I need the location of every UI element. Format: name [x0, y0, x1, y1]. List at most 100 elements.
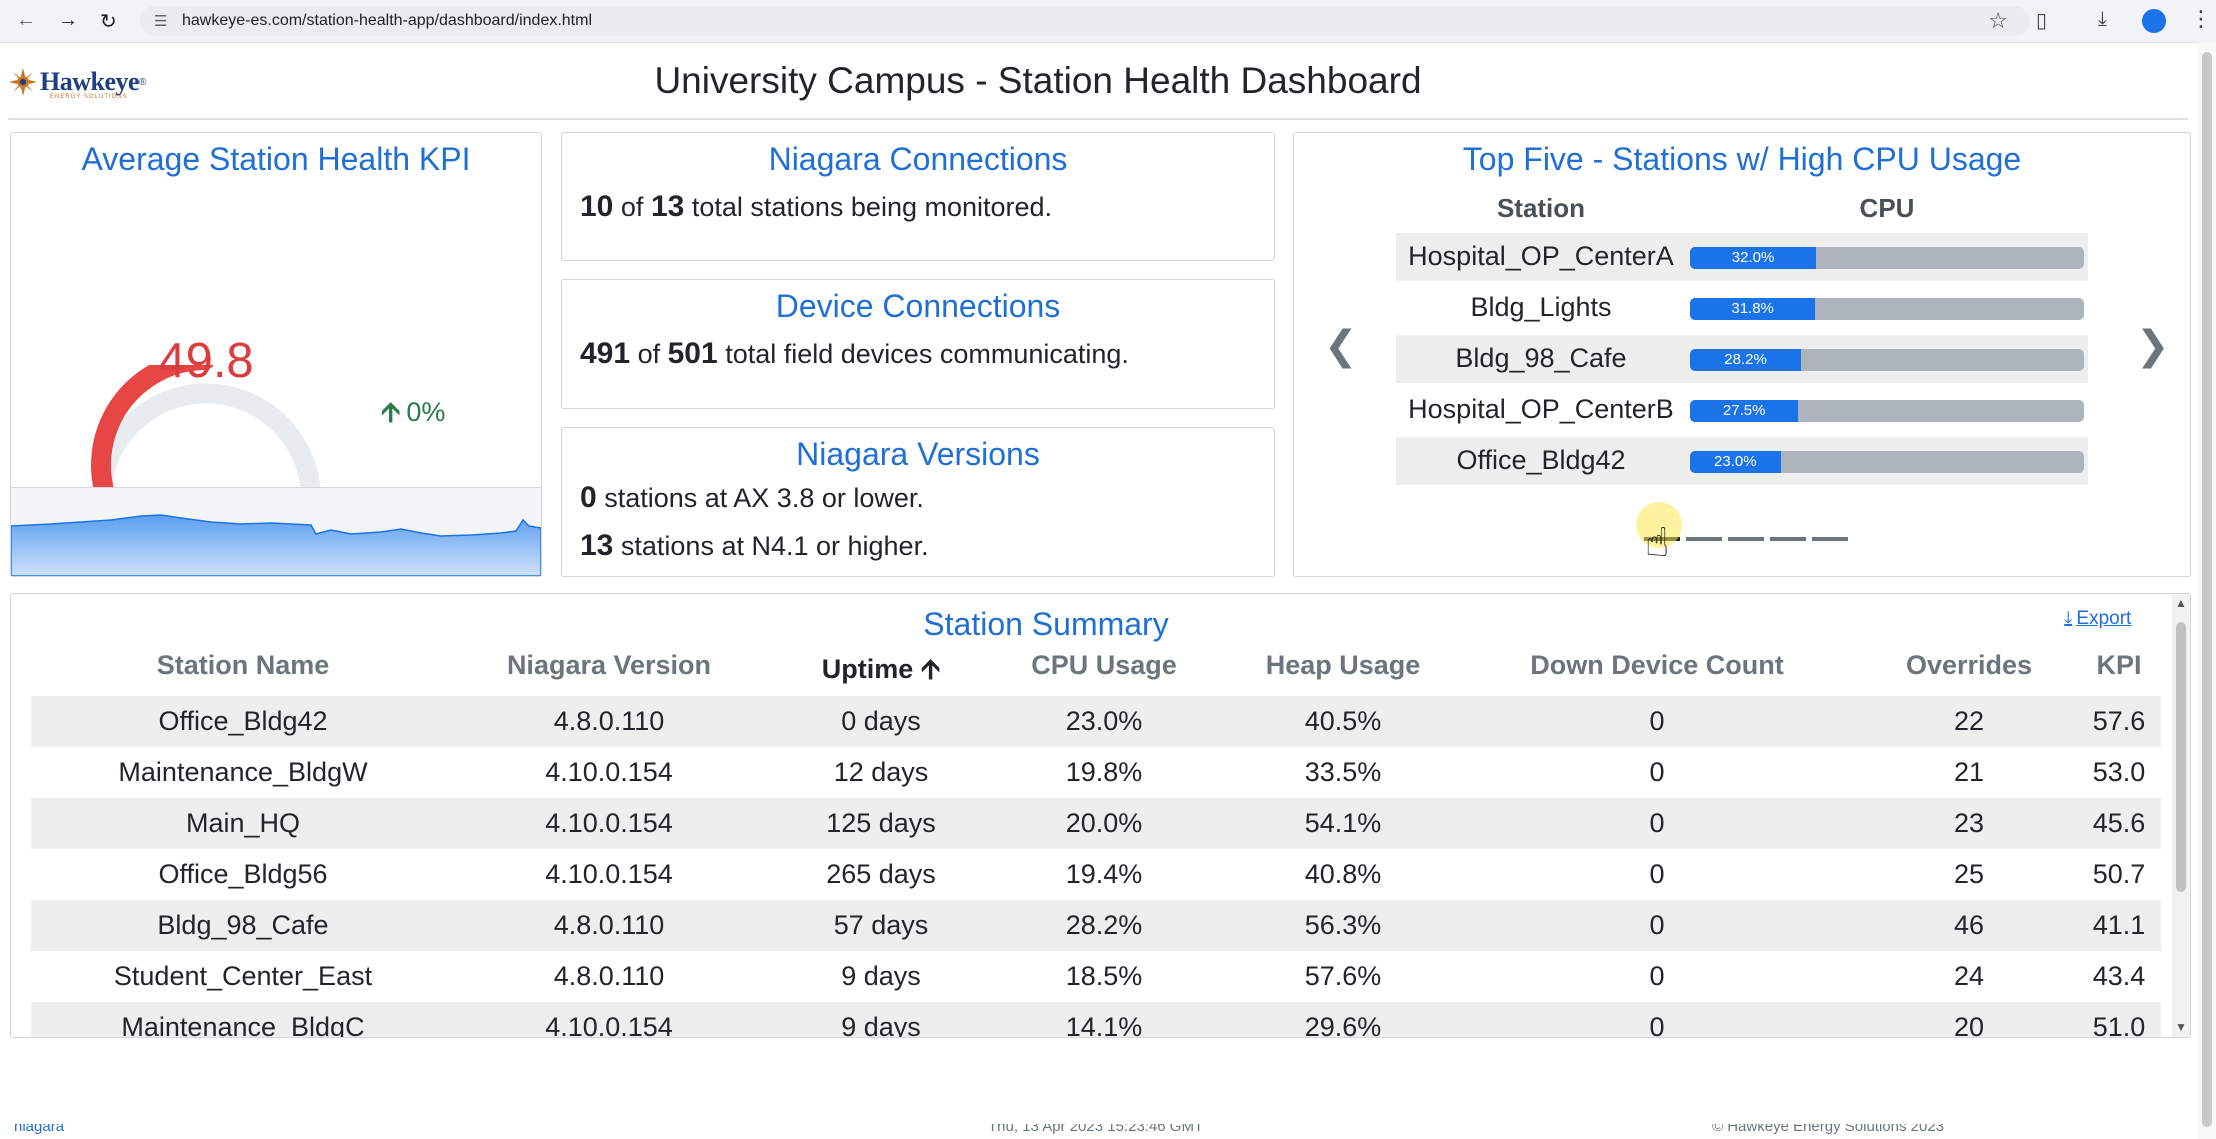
back-arrow-icon[interactable]: ←: [16, 9, 36, 32]
address-url[interactable]: hawkeye-es.com/station-health-app/dashbo…: [182, 12, 592, 30]
table-cell: 41.1: [2092, 910, 2146, 940]
device-connections-card: Device Connections 491 of 501 total fiel…: [561, 279, 1275, 409]
column-header[interactable]: Niagara Version: [459, 650, 759, 681]
cpu-station-name: Hospital_OP_CenterB: [1408, 394, 1674, 424]
column-header-label: Niagara Version: [506, 650, 712, 680]
device-connections-text: 491 of 501 total field devices communica…: [580, 337, 1274, 371]
column-header-label: Uptime: [821, 654, 914, 684]
cpu-bar-label: 28.2%: [1724, 351, 1767, 368]
table-cell: 40.8%: [1304, 859, 1382, 889]
table-row[interactable]: Bldg_98_Cafe 4.8.0.110 57 days 28.2% 56.3% 0 4…: [31, 900, 2161, 951]
page-scroll-thumb[interactable]: [2202, 52, 2212, 1127]
page-scrollbar[interactable]: [2198, 42, 2216, 1139]
table-row[interactable]: Office_Bldg56 4.10.0.154 265 days 19.4% 40.8…: [31, 849, 2161, 900]
table-cell: 125 days: [826, 808, 936, 838]
table-cell: Main_HQ: [185, 808, 301, 838]
column-header[interactable]: CPU Usage: [994, 650, 1214, 681]
export-label: Export: [2076, 608, 2132, 629]
table-cell: 0: [1649, 961, 1665, 991]
table-cell: 4.10.0.154: [545, 808, 673, 838]
cpu-row: Hospital_OP_CenterA 32.0%: [1396, 233, 2088, 281]
page-footer: niagara Thu, 13 Apr 2023 15:23:46 GMT © …: [0, 1124, 2216, 1139]
kpi-value: 49.8: [158, 334, 254, 388]
column-header-label: KPI: [2096, 650, 2142, 680]
connections-description: total stations being monitored.: [691, 192, 1053, 222]
extensions-icon[interactable]: ▯: [2036, 8, 2047, 33]
table-cell: 0: [1649, 757, 1665, 787]
chevron-left-icon[interactable]: ❮: [1324, 323, 1358, 369]
scroll-down-icon[interactable]: ▼: [2175, 1020, 2187, 1034]
table-cell: 21: [1953, 757, 1985, 787]
table-cell: 4.8.0.110: [553, 706, 665, 736]
table-cell: 57.6%: [1304, 961, 1382, 991]
summary-table-header: Station Name Niagara Version Uptime 🡩 CPU U…: [31, 650, 2161, 700]
table-cell: 4.10.0.154: [545, 859, 673, 889]
summary-scroll-thumb[interactable]: [2176, 622, 2186, 892]
table-cell: 51.0: [2092, 1012, 2146, 1038]
forward-arrow-icon[interactable]: →: [58, 9, 78, 32]
footer-niagara-logo[interactable]: niagara: [14, 1124, 64, 1135]
browser-toolbar: ← → ↻ ☰ hawkeye-es.com/station-health-ap…: [0, 0, 2216, 43]
table-row[interactable]: Office_Bldg42 4.8.0.110 0 days 23.0% 40.5% 0 2…: [31, 696, 2161, 747]
carousel-indicator[interactable]: [1686, 537, 1722, 541]
chevron-right-icon[interactable]: ❯: [2136, 323, 2170, 369]
table-cell: Maintenance_BldgC: [121, 1012, 365, 1038]
table-cell: 33.5%: [1304, 757, 1382, 787]
table-row[interactable]: Main_HQ 4.10.0.154 125 days 20.0% 54.1% 0 23 45…: [31, 798, 2161, 849]
reload-icon[interactable]: ↻: [100, 9, 117, 34]
table-cell: 43.4: [2092, 961, 2146, 991]
address-bar[interactable]: ☰ hawkeye-es.com/station-health-app/dash…: [140, 6, 2030, 36]
browser-menu-icon[interactable]: ⋮: [2190, 6, 2212, 32]
profile-avatar-icon[interactable]: [2142, 9, 2166, 33]
bookmark-star-icon[interactable]: ☆: [1988, 8, 2008, 34]
cpu-bar-track: 23.0%: [1690, 451, 2084, 473]
table-cell: 265 days: [826, 859, 936, 889]
table-row[interactable]: Student_Center_East 4.8.0.110 9 days 18.5% 5…: [31, 951, 2161, 1002]
carousel-indicator[interactable]: [1728, 537, 1764, 541]
footer-timestamp: Thu, 13 Apr 2023 15:23:46 GMT: [988, 1124, 1204, 1135]
table-cell: 40.5%: [1304, 706, 1382, 736]
carousel-indicator[interactable]: [1812, 537, 1848, 541]
column-header-label: Station Name: [156, 650, 330, 680]
export-link[interactable]: ⤓ Export: [2064, 608, 2131, 630]
table-row[interactable]: Maintenance_BldgW 4.10.0.154 12 days 19.8% 3…: [31, 747, 2161, 798]
niagara-connections-card: Niagara Connections 10 of 13 total stati…: [561, 132, 1275, 261]
devices-description: total field devices communicating.: [725, 339, 1129, 369]
column-header[interactable]: Overrides: [1869, 650, 2069, 681]
column-header[interactable]: Down Device Count: [1467, 650, 1847, 681]
column-header[interactable]: Uptime 🡩: [781, 650, 981, 696]
of-word: of: [637, 339, 661, 369]
summary-scrollbar[interactable]: ▲ ▼: [2172, 594, 2190, 1037]
kpi-trend-sparkline: [10, 487, 542, 577]
carousel-indicator[interactable]: [1770, 537, 1806, 541]
cpu-bar-track: 31.8%: [1690, 298, 2084, 320]
table-cell: 25: [1953, 859, 1985, 889]
table-cell: 0: [1649, 706, 1665, 736]
cpu-bar-label: 32.0%: [1731, 249, 1775, 266]
table-cell: 23: [1953, 808, 1985, 838]
download-icon[interactable]: ⤓: [2098, 8, 2107, 31]
of-word: of: [620, 192, 644, 222]
cpu-station-name: Bldg_98_Cafe: [1455, 343, 1627, 373]
cpu-station-name: Office_Bldg42: [1456, 445, 1626, 475]
communicating-device-count: 491: [580, 337, 631, 370]
table-cell: Maintenance_BldgW: [118, 757, 368, 787]
column-header[interactable]: Heap Usage: [1223, 650, 1463, 681]
table-row[interactable]: Maintenance_BldgC 4.10.0.154 9 days 14.1% 29…: [31, 1002, 2161, 1038]
table-cell: 9 days: [841, 961, 921, 991]
table-cell: 0: [1649, 859, 1665, 889]
table-cell: 0: [1649, 1012, 1665, 1038]
table-cell: 57.6: [2092, 706, 2146, 736]
column-header-label: Down Device Count: [1530, 650, 1784, 680]
table-cell: 12 days: [833, 757, 929, 787]
low-version-text: 0 stations at AX 3.8 or lower.: [580, 481, 1274, 515]
site-settings-icon[interactable]: ☰: [154, 12, 167, 30]
scroll-up-icon[interactable]: ▲: [2175, 596, 2187, 610]
station-summary-title: Station Summary: [923, 606, 1169, 642]
column-header[interactable]: Station Name: [53, 650, 433, 681]
table-cell: 23.0%: [1065, 706, 1143, 736]
cpu-row: Hospital_OP_CenterB 27.5%: [1396, 386, 2088, 434]
column-header[interactable]: KPI: [2059, 650, 2179, 681]
table-cell: 54.1%: [1304, 808, 1382, 838]
cpu-col-cpu: CPU: [1859, 193, 1915, 223]
